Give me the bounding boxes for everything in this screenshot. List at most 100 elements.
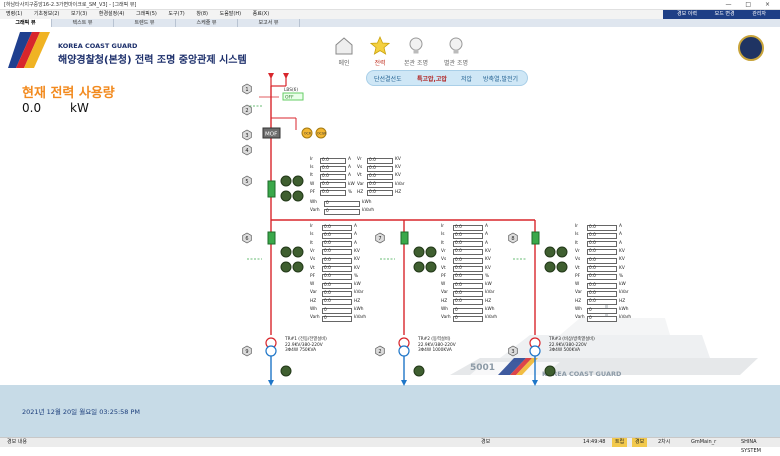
meter-value: 0.0 — [453, 274, 483, 281]
status-alarm-flag: 경보 — [632, 438, 648, 447]
meter-unit: kWh — [354, 307, 364, 312]
breaker-number-label: 6 — [245, 236, 248, 242]
meter-key: Varh — [441, 315, 451, 321]
meter-unit: kW — [619, 282, 626, 288]
meter-value: 0.0 — [587, 224, 617, 231]
status-vendor: SHINA SYSTEM — [741, 439, 761, 454]
meter-key: Is — [441, 232, 445, 238]
meter-value: 0.0 — [320, 173, 346, 180]
meter-key: Vr — [441, 248, 446, 254]
meter-unit: A — [354, 232, 357, 238]
meter-value: 0.0 — [367, 190, 393, 197]
feeder-breaker-2 — [400, 231, 409, 245]
relay-indicator — [544, 246, 556, 258]
meter-key: Vr — [310, 248, 315, 254]
main-breaker — [267, 180, 276, 198]
meter-key: Var — [575, 290, 583, 296]
lbs-label: LBS(6) — [284, 87, 298, 93]
meter-value: 0.0 — [453, 232, 483, 239]
relay-indicator — [556, 246, 568, 258]
meter-unit: KV — [485, 248, 491, 254]
meter-unit: kW — [485, 282, 492, 288]
main-meter-table: Ir 0.0 A Is 0.0 A It 0.0 A W 0.0 kW PF 0.0% Vr 0.0 KV Vs 0… — [310, 157, 405, 217]
meter-unit: % — [354, 273, 359, 279]
relay-indicator — [292, 175, 304, 187]
meter-unit: KV — [619, 257, 625, 263]
transformer-1-name: TR#1 (전등/전열설비) — [285, 337, 327, 342]
meter-unit: kWh — [362, 200, 372, 205]
current-datetime: 2021년 12월 20일 월요일 03:25:58 PM — [22, 408, 141, 416]
meter-value: 0 — [322, 315, 352, 322]
meter-unit: % — [485, 273, 490, 279]
meter-key: HZ — [441, 298, 448, 304]
meter-value: 0.0 — [322, 274, 352, 281]
breaker-number-label: 9 — [245, 349, 248, 355]
meter-key: Vr — [357, 157, 362, 162]
meter-unit: A — [619, 224, 622, 229]
meter-key: Vs — [575, 257, 581, 263]
meter-value: 0.0 — [587, 290, 617, 297]
meter-key: Wh — [310, 200, 317, 205]
meter-unit: A — [485, 232, 488, 238]
ocr-label: OCR — [304, 132, 312, 136]
feeder-3-meter-table: Ir 0.0 A Is 0.0 A It 0.0 A Vr 0.0 KV Vs 0.0 KV Vt 0.0 KV P… — [575, 224, 635, 334]
relay-indicator — [413, 246, 425, 258]
feeder-1-meter-table: Ir 0.0 A Is 0.0 A It 0.0 A Vr 0.0 KV Vs 0.0 KV Vt 0.0 KV P… — [310, 224, 370, 334]
meter-value: 0 — [322, 307, 352, 314]
lbs-state: OFF — [285, 95, 294, 101]
meter-value: 0.0 — [453, 257, 483, 264]
meter-value: 0.0 — [453, 266, 483, 272]
meter-value: 0.0 — [367, 182, 393, 189]
transformer-2-label: TR#2 (동력설비) 22.9KV/380-220V 3Φ4W 1000KVA — [418, 337, 456, 354]
relay-indicator — [425, 261, 437, 273]
transformer-1 — [265, 337, 277, 357]
status-alarm-content: 경보 내용 — [7, 439, 27, 445]
status-trip: 트립 — [612, 438, 628, 447]
meter-value: 0.0 — [322, 232, 352, 239]
meter-value: 0.0 — [322, 241, 352, 248]
meter-key: PF — [575, 273, 581, 279]
relay-indicator — [292, 261, 304, 273]
transformer-3-spec2: 3Φ4W 500KVA — [549, 348, 581, 353]
transformer-2 — [398, 337, 410, 357]
breaker-number-label: 2 — [245, 108, 248, 114]
transformer-3-name: TR#3 (비상/방축열설비) — [549, 337, 595, 342]
meter-value: 0.0 — [322, 290, 352, 297]
meter-value: 0 — [587, 307, 617, 314]
meter-key: Vs — [310, 257, 316, 263]
meter-value: 0.0 — [587, 299, 617, 306]
meter-value: 0.0 — [587, 232, 617, 239]
meter-value: 0.0 — [322, 299, 352, 306]
breaker-number-icon: 1 — [242, 83, 252, 95]
meter-value: 0 — [324, 208, 360, 215]
feeder-breaker-1 — [267, 231, 276, 245]
meter-key: Vs — [441, 257, 447, 263]
meter-key: Var — [357, 181, 365, 187]
relay-indicator — [413, 365, 425, 377]
status-secondary: 2차시 — [658, 439, 671, 445]
relay-indicator — [280, 175, 292, 187]
meter-unit: kVarh — [485, 315, 498, 321]
meter-unit: kVar — [485, 290, 495, 296]
meter-unit: KV — [619, 265, 625, 271]
meter-unit: A — [619, 232, 622, 238]
meter-key: Ir — [441, 224, 445, 229]
meter-value: 0.0 — [587, 266, 617, 272]
breaker-number-icon: 6 — [242, 232, 252, 244]
meter-key: Varh — [310, 208, 320, 214]
breaker-number-label: 2 — [378, 349, 381, 355]
relay-indicator — [413, 261, 425, 273]
relay-indicator — [544, 365, 556, 377]
meter-value: 0.0 — [587, 257, 617, 264]
status-bar: 경보 내용 경보 14:49:48 트립 경보 2차시 GmMain_r SHI… — [0, 437, 780, 454]
relay-indicator — [280, 190, 292, 202]
meter-value: 0.0 — [320, 157, 346, 164]
meter-key: HZ — [357, 189, 364, 195]
meter-unit: kVar — [619, 290, 629, 296]
meter-value: 0.0 — [322, 266, 352, 272]
transformer-2-spec2: 3Φ4W 1000KVA — [418, 348, 452, 353]
meter-key: Var — [310, 290, 318, 296]
meter-unit: kWh — [485, 307, 495, 312]
single-line-diagram: OFF LBS(6) MOF OCR OCGR 1 2 3 4 5 6 7 8 9 2 3 — [242, 73, 568, 386]
meter-key: Ir — [575, 224, 579, 229]
